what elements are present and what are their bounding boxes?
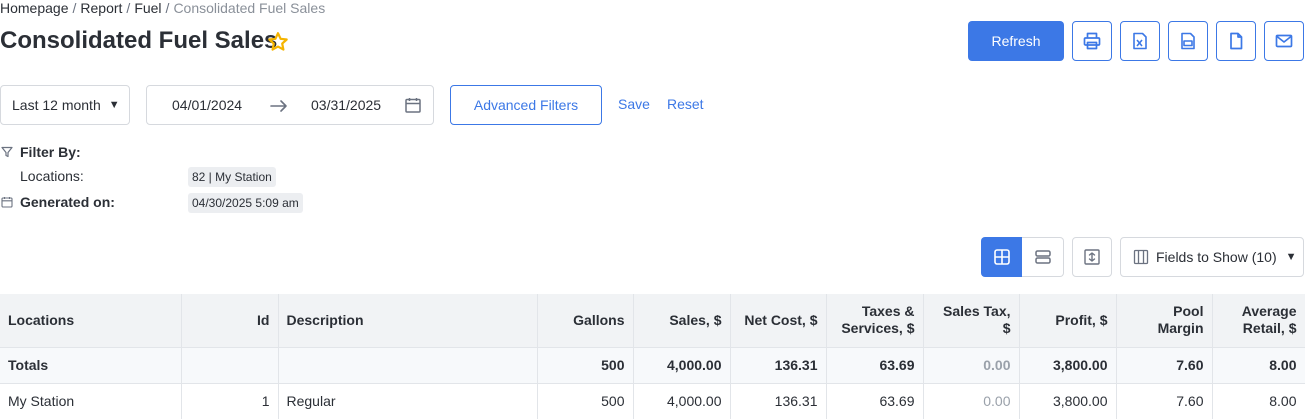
reset-link[interactable]: Reset (667, 96, 704, 112)
column-header-average-retail[interactable]: Average Retail, $ (1212, 294, 1305, 347)
column-header-taxes-services[interactable]: Taxes & Services, $ (826, 294, 924, 347)
breadcrumb-separator: / (126, 0, 131, 16)
save-link[interactable]: Save (618, 96, 650, 112)
totals-cell: 7.60 (1116, 346, 1213, 383)
totals-cell (278, 346, 538, 383)
columns-icon (1133, 249, 1149, 265)
column-header-locations[interactable]: Locations (0, 294, 182, 347)
breadcrumb-report[interactable]: Report (80, 0, 122, 16)
generated-on-chip: 04/30/2025 5:09 am (188, 193, 303, 213)
breadcrumb-separator: / (72, 0, 77, 16)
column-header-id[interactable]: Id (181, 294, 279, 347)
totals-cell: 63.69 (826, 346, 924, 383)
export-excel-button[interactable] (1120, 21, 1160, 61)
locations-label: Locations: (20, 168, 84, 184)
chevron-down-icon: ▼ (1285, 251, 1297, 263)
table-cell: My Station (0, 382, 182, 419)
period-select[interactable]: Last 12 month ▼ (0, 85, 130, 125)
print-button[interactable] (1072, 21, 1112, 61)
list-view-icon (1034, 250, 1051, 264)
chevron-down-icon: ▼ (108, 99, 120, 111)
grid-view-button[interactable] (981, 237, 1023, 277)
totals-cell: Totals (0, 346, 182, 383)
totals-cell: 500 (537, 346, 634, 383)
export-pdf-button[interactable] (1168, 21, 1208, 61)
totals-cell: 4,000.00 (633, 346, 731, 383)
table-cell: 63.69 (826, 382, 924, 419)
table-header-row: Locations Id Description Gallons Sales, … (0, 294, 1305, 347)
page-title: Consolidated Fuel Sales (0, 27, 278, 54)
fields-to-show-label: Fields to Show (10) (1156, 249, 1277, 265)
print-icon (1083, 32, 1101, 50)
totals-cell: 3,800.00 (1019, 346, 1117, 383)
table-cell: 136.31 (730, 382, 827, 419)
table-row[interactable]: My Station 1 Regular 500 4,000.00 136.31… (0, 382, 1305, 419)
column-header-profit[interactable]: Profit, $ (1019, 294, 1117, 347)
breadcrumb-homepage[interactable]: Homepage (0, 0, 69, 16)
breadcrumb: Homepage / Report / Fuel / Consolidated Fuel S… (0, 0, 325, 16)
email-button[interactable] (1264, 21, 1304, 61)
favorite-star-icon[interactable] (266, 30, 290, 54)
date-to[interactable]: 03/31/2025 (311, 97, 381, 113)
breadcrumb-fuel[interactable]: Fuel (134, 0, 161, 16)
filter-by-label: Filter By: (20, 144, 81, 160)
table-cell: 1 (181, 382, 279, 419)
calendar-small-icon (1, 197, 13, 208)
column-header-pool-margin[interactable]: Pool Margin (1116, 294, 1213, 347)
breadcrumb-current: Consolidated Fuel Sales (173, 0, 326, 16)
file-icon (1230, 32, 1243, 50)
column-header-net-cost[interactable]: Net Cost, $ (730, 294, 827, 347)
column-header-sales[interactable]: Sales, $ (633, 294, 731, 347)
totals-cell (181, 346, 279, 383)
advanced-filters-button[interactable]: Advanced Filters (450, 85, 602, 125)
totals-row: Totals 500 4,000.00 136.31 63.69 0.00 3,… (0, 346, 1305, 383)
calendar-icon[interactable] (404, 96, 422, 114)
refresh-button[interactable]: Refresh (968, 21, 1064, 61)
fields-to-show-button[interactable]: Fields to Show (10) ▼ (1120, 237, 1304, 277)
table-cell: Regular (278, 382, 538, 419)
totals-cell: 0.00 (923, 346, 1020, 383)
pdf-export-icon (1181, 32, 1195, 50)
grid-view-icon (994, 249, 1010, 265)
table-cell: 0.00 (923, 382, 1020, 419)
export-file-button[interactable] (1216, 21, 1256, 61)
table-cell: 3,800.00 (1019, 382, 1117, 419)
date-from[interactable]: 04/01/2024 (172, 97, 242, 113)
location-chip: 82 | My Station (188, 167, 276, 187)
date-range-picker[interactable]: 04/01/2024 03/31/2025 (146, 85, 434, 125)
arrow-right-icon (270, 100, 287, 112)
table-cell: 500 (537, 382, 634, 419)
list-view-button[interactable] (1022, 237, 1064, 277)
fit-columns-button[interactable] (1072, 237, 1112, 277)
totals-cell: 8.00 (1212, 346, 1305, 383)
table-cell: 4,000.00 (633, 382, 731, 419)
breadcrumb-separator: / (165, 0, 170, 16)
column-header-description[interactable]: Description (278, 294, 538, 347)
email-icon (1275, 34, 1293, 48)
filter-icon (1, 146, 13, 158)
generated-on-label: Generated on: (20, 194, 115, 210)
column-header-gallons[interactable]: Gallons (537, 294, 634, 347)
column-header-sales-tax[interactable]: Sales Tax, $ (923, 294, 1020, 347)
period-value: Last 12 month (12, 97, 101, 113)
table-cell: 8.00 (1212, 382, 1305, 419)
excel-export-icon (1133, 32, 1147, 50)
fit-columns-icon (1084, 249, 1100, 265)
table-cell: 7.60 (1116, 382, 1213, 419)
fuel-sales-table: Locations Id Description Gallons Sales, … (0, 294, 1305, 419)
totals-cell: 136.31 (730, 346, 827, 383)
